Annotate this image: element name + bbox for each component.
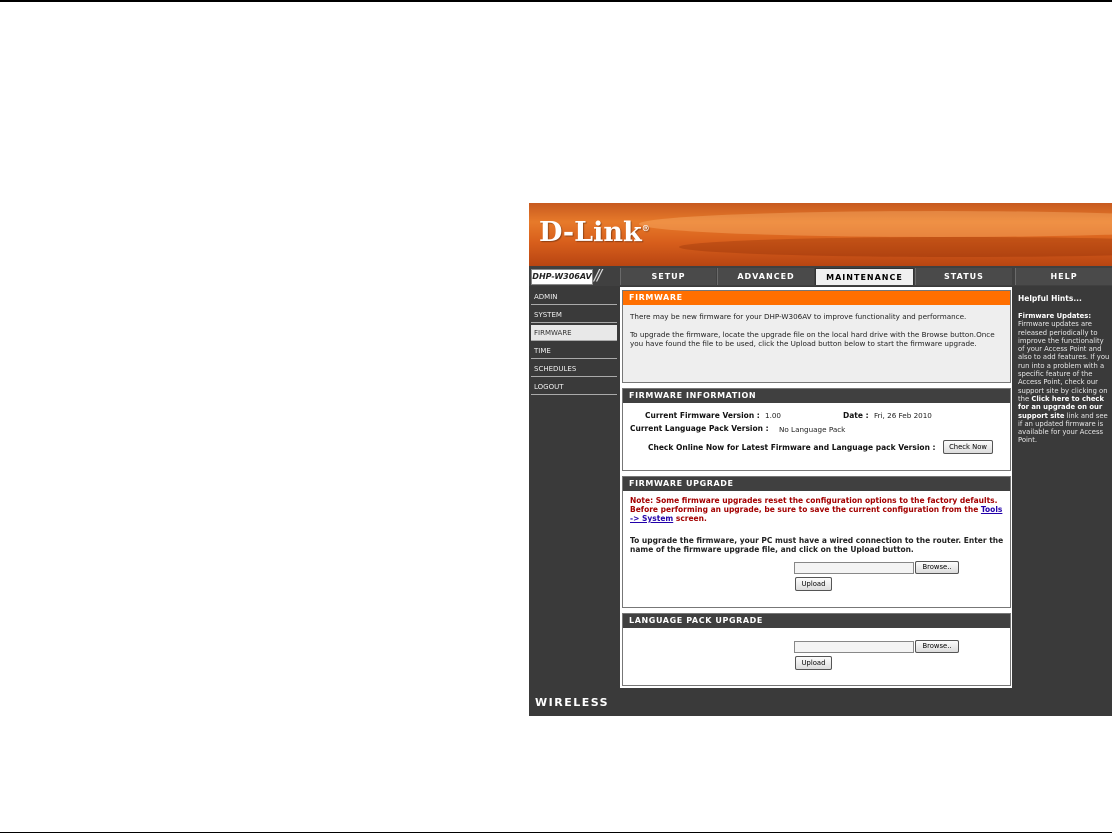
footer: WIRELESS (529, 689, 1112, 716)
dlink-banner: D-Link® (529, 203, 1112, 266)
sidebar-item-logout[interactable]: LOGOUT (531, 379, 617, 395)
registered-mark: ® (641, 223, 650, 233)
tab-status[interactable]: STATUS (915, 268, 1012, 285)
date-value: Fri, 26 Feb 2010 (874, 411, 932, 420)
sidebar-item-schedules[interactable]: SCHEDULES (531, 361, 617, 377)
dlink-logo: D-Link® (539, 217, 650, 248)
sidebar-item-firmware[interactable]: FIRMWARE (531, 325, 617, 341)
upgrade-note: Note: Some firmware upgrades reset the c… (630, 496, 1003, 523)
main-content: FIRMWARE There may be new firmware for y… (620, 287, 1012, 688)
page-top-rule (0, 0, 1112, 2)
section-title: LANGUAGE PACK UPGRADE (623, 614, 1010, 628)
firmware-browse-button[interactable]: Browse.. (915, 561, 959, 574)
help-heading: Firmware Updates: (1018, 312, 1092, 320)
help-title: Helpful Hints... (1018, 294, 1082, 303)
firmware-upgrade-section: FIRMWARE UPGRADE Note: Some firmware upg… (622, 476, 1011, 608)
firmware-upload-button[interactable]: Upload (795, 577, 832, 591)
firmware-file-input[interactable] (794, 562, 914, 574)
section-title: FIRMWARE (623, 291, 1010, 305)
banner-swoosh (639, 211, 1112, 237)
date-label: Date : (843, 411, 869, 420)
tab-advanced[interactable]: ADVANCED (717, 268, 814, 285)
firmware-intro: There may be new firmware for your DHP-W… (630, 312, 967, 321)
top-nav: DHP-W306AV // SETUP ADVANCED MAINTENANCE… (529, 266, 1112, 286)
banner-swoosh (679, 237, 1112, 257)
firmware-info-section: FIRMWARE INFORMATION Current Firmware Ve… (622, 388, 1011, 471)
page-bottom-rule (0, 832, 1112, 833)
sidebar-item-system[interactable]: SYSTEM (531, 307, 617, 323)
lang-version-label: Current Language Pack Version : (630, 424, 769, 433)
sidebar-item-time[interactable]: TIME (531, 343, 617, 359)
fw-version-label: Current Firmware Version : (645, 411, 760, 420)
section-title: FIRMWARE INFORMATION (623, 389, 1010, 403)
sidebar: ADMIN SYSTEM FIRMWARE TIME SCHEDULES LOG… (529, 287, 618, 687)
tab-maintenance[interactable]: MAINTENANCE (815, 268, 914, 285)
model-label: DHP-W306AV (531, 269, 593, 285)
fw-version-value: 1.00 (765, 411, 782, 420)
help-panel: Helpful Hints... Firmware Updates: Firmw… (1015, 287, 1112, 689)
sidebar-item-admin[interactable]: ADMIN (531, 289, 617, 305)
help-text: Firmware Updates: Firmware updates are r… (1018, 312, 1110, 445)
language-browse-button[interactable]: Browse.. (915, 640, 959, 653)
firmware-instructions: To upgrade the firmware, locate the upgr… (630, 330, 995, 348)
upgrade-instructions: To upgrade the firmware, your PC must ha… (630, 536, 1004, 554)
firmware-section: FIRMWARE There may be new firmware for y… (622, 290, 1011, 383)
tab-setup[interactable]: SETUP (620, 268, 716, 285)
model-divider: // (594, 266, 602, 284)
tab-help[interactable]: HELP (1015, 268, 1112, 285)
language-upgrade-section: LANGUAGE PACK UPGRADE Browse.. Upload (622, 613, 1011, 686)
router-web-ui: D-Link® DHP-W306AV // SETUP ADVANCED MAI… (529, 203, 1112, 716)
check-now-button[interactable]: Check Now (943, 440, 993, 454)
language-file-input[interactable] (794, 641, 914, 653)
language-upload-button[interactable]: Upload (795, 656, 832, 670)
check-online-label: Check Online Now for Latest Firmware and… (648, 443, 936, 452)
wireless-logo: WIRELESS (535, 696, 610, 709)
section-title: FIRMWARE UPGRADE (623, 477, 1010, 491)
lang-version-value: No Language Pack (779, 425, 846, 434)
